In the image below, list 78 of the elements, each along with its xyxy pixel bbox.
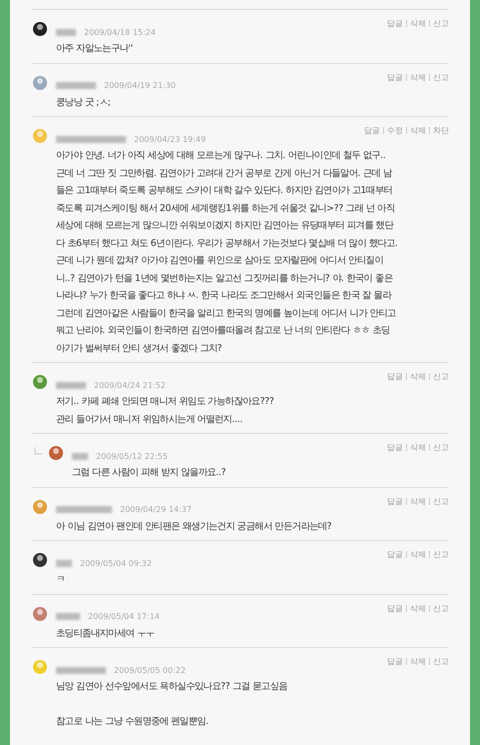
- comment-text: 그럼 다른 사람이 피해 받지 않을까요..?: [72, 466, 227, 480]
- action-link[interactable]: 답글: [387, 442, 403, 453]
- action-link[interactable]: 답글: [387, 496, 403, 506]
- comment-text: 님앙 김연아 선수앞에서도 욕하실수있나요?? 그걸 묻고싶음: [56, 680, 288, 694]
- action-link[interactable]: 답글: [387, 549, 403, 560]
- action-link[interactable]: 차단: [433, 125, 449, 136]
- action-link[interactable]: 삭제: [410, 125, 426, 136]
- action-link[interactable]: 삭제: [410, 549, 426, 560]
- comment-text: 아기가 벌써부터 안티 생겨서 좋겠다 그치?: [56, 342, 223, 356]
- action-link[interactable]: 신고: [433, 656, 449, 667]
- comment-date: 2009/05/05 00:22: [114, 666, 186, 674]
- blurred-name: [56, 666, 106, 674]
- avatar-icon: [32, 74, 48, 90]
- comment-text: 참고로 나는 그냥 수원명중에 펜일뿐임.: [56, 714, 210, 728]
- comment-text: 근데 너 그딴 짓 그만하렴. 김연아가 고려대 간거 공부로 간게 아닌거 다들알어. 근데 남: [56, 166, 394, 180]
- comment-text: 아가야 안녕. 너가 아직 세상에 대해 모르는게 많구나. 그치. 어린나이인데 철두 없구..: [56, 149, 387, 163]
- avatar-icon: [32, 659, 48, 675]
- comment-date: 2009/04/29 14:37: [120, 505, 192, 514]
- action-link[interactable]: 삭제: [410, 371, 426, 382]
- action-link[interactable]: 수정: [387, 125, 403, 136]
- avatar-icon: [32, 552, 48, 568]
- action-link[interactable]: 답글: [387, 371, 403, 382]
- action-link[interactable]: 신고: [433, 371, 449, 382]
- action-link[interactable]: 신고: [433, 18, 449, 29]
- comment-text: 죽도록 피겨스케이팅 해서 20세에 세계랭킹1위를 하는게 쉬울것 같니>?? 그래 넌 아직: [56, 202, 396, 216]
- comment-text: 관리 들어가서 매니저 위임하시는게 어떨런지....: [56, 412, 244, 426]
- comment-text: 세상에 대해 모르는게 많으니깐 쉬워보이겠지 하지만 김연아는 유딩때부터 피겨를 했단: [56, 219, 395, 233]
- comment-date: 2009/05/04 17:14: [88, 612, 160, 621]
- comment-text: 뭐고 난리야. 외국인들이 한국하면 김연아를떠올려 참고로 난 너의 안티란다 ㅎㅎ 초딩: [56, 324, 391, 338]
- avatar-icon: [32, 128, 48, 144]
- avatar-icon: [32, 374, 48, 390]
- comment-text: ㅋ: [56, 573, 66, 587]
- action-link[interactable]: 삭제: [410, 18, 426, 29]
- comment-text: 나라냐? 누가 한국을 좋다고 하냐 ㅆ. 한국 나라도 조그만해서 외국인들은 한국 잘 몰라: [56, 289, 392, 303]
- comment-text: 아주 자알노는구나'': [56, 42, 134, 56]
- blurred-name: [56, 82, 96, 89]
- blurred-name: [56, 560, 72, 566]
- avatar-icon: [48, 445, 64, 461]
- action-link[interactable]: 신고: [433, 496, 449, 506]
- blurred-name: [56, 613, 80, 620]
- action-link[interactable]: 삭제: [410, 442, 426, 453]
- blurred-name: [56, 382, 86, 388]
- blurred-name: [56, 28, 76, 36]
- comment-text: 근데 니가 뭔데 깝쳐? 아가야 김연아를 위인으로 삼아도 모자랄판에 어디서 안티질이: [56, 254, 384, 268]
- action-link[interactable]: 신고: [433, 602, 449, 614]
- action-link[interactable]: 삭제: [410, 72, 426, 82]
- comment-date: 2009/05/12 22:55: [96, 452, 168, 460]
- comment-text: 니..? 김연아가 턴을 1년에 몇번하는지는 알고선 그짓꺼리를 하는거니? 야. 한국이 좋은: [56, 272, 394, 286]
- blurred-name: [56, 136, 126, 142]
- action-link[interactable]: 삭제: [410, 602, 426, 614]
- comment-date: 2009/04/18 15:24: [84, 28, 156, 36]
- comment-text: 그런데 김연아같은 사람들이 한국을 알리고 한국의 명예를 높이는데 어디서 니가 안티고: [56, 306, 397, 320]
- blurred-name: [72, 452, 88, 460]
- comment-text: 저기.. 카페 폐쇄 안되면 매니저 위임도 가능하잖아요???: [56, 395, 275, 409]
- comment-date: 2009/05/04 09:32: [80, 558, 152, 568]
- action-link[interactable]: 답글: [387, 72, 403, 82]
- action-link[interactable]: 삭제: [410, 656, 426, 667]
- action-link[interactable]: 신고: [433, 72, 449, 82]
- action-link[interactable]: 신고: [433, 442, 449, 453]
- comment-date: 2009/04/19 21:30: [104, 81, 176, 90]
- comment-date: 2009/04/23 19:49: [134, 134, 206, 144]
- action-link[interactable]: 답글: [387, 18, 403, 29]
- comment-text: 다 초6부터 했다고 쳐도 6년이란다. 우리가 공부해서 가는것보다 몇십배 더 많이 했다고.: [56, 236, 399, 250]
- action-link[interactable]: 답글: [364, 125, 380, 136]
- comment-text: 쿵낭낭 굿 ;ㅅ;: [56, 96, 112, 110]
- avatar-icon: [32, 21, 48, 37]
- avatar-icon: [32, 498, 48, 514]
- comment-text: 아 이님 김연아 팬인데 안티팬은 왜생기는건지 궁금해서 만든거라는데?: [56, 520, 333, 534]
- action-link[interactable]: 신고: [433, 549, 449, 560]
- comment-text: 들은 고1때부터 죽도록 공부해도 스카이 대학 갈수 있단다. 하지만 김연아가 고1때부터: [56, 184, 394, 198]
- comment-text: 초딩티좀내지마세여 ㅜㅜ: [56, 626, 156, 640]
- avatar-icon: [32, 606, 48, 622]
- blurred-name: [56, 506, 112, 513]
- action-link[interactable]: 삭제: [410, 496, 426, 506]
- action-link[interactable]: 답글: [387, 656, 403, 667]
- comment-date: 2009/04/24 21:52: [94, 380, 166, 390]
- reply-indent-icon: [34, 447, 42, 455]
- action-link[interactable]: 답글: [387, 602, 403, 614]
